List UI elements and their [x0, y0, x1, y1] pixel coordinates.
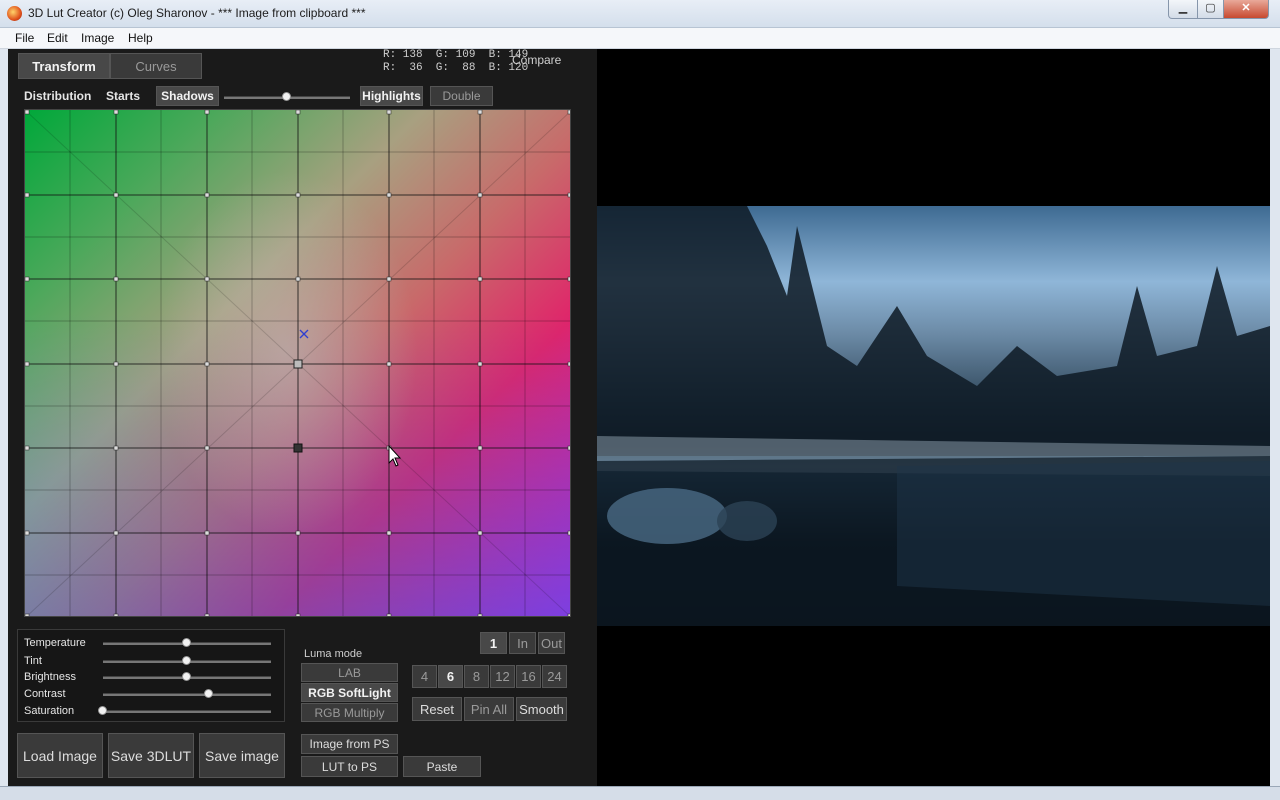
tab-transform[interactable]: Transform: [18, 53, 110, 79]
distribution-button[interactable]: Distribution: [24, 89, 91, 103]
luma-lab-button[interactable]: LAB: [301, 663, 398, 682]
saturation-slider-knob[interactable]: [98, 706, 107, 715]
maximize-button[interactable]: ▢: [1197, 0, 1224, 19]
lut-to-ps-button[interactable]: LUT to PS: [301, 756, 398, 777]
view-in-button[interactable]: In: [509, 632, 536, 654]
contrast-slider-knob[interactable]: [203, 689, 213, 698]
menu-image[interactable]: Image: [81, 31, 114, 45]
luma-rgb-softlight-button[interactable]: RGB SoftLight: [301, 683, 398, 702]
menu-help[interactable]: Help: [128, 31, 153, 45]
color-grid-canvas[interactable]: [24, 109, 571, 617]
grid-size-24-button[interactable]: 24: [542, 665, 567, 688]
close-button[interactable]: ✕: [1223, 0, 1269, 19]
reset-button[interactable]: Reset: [412, 697, 462, 721]
image-preview-area[interactable]: [597, 49, 1270, 786]
brightness-slider-knob[interactable]: [182, 672, 191, 681]
view-out-button[interactable]: Out: [538, 632, 565, 654]
grid-size-4-button[interactable]: 4: [412, 665, 437, 688]
contrast-label: Contrast: [24, 688, 66, 700]
shadow-highlight-slider-knob[interactable]: [282, 92, 291, 101]
saturation-slider[interactable]: [103, 710, 271, 713]
forest-scene: [597, 206, 1270, 626]
tint-label: Tint: [24, 655, 42, 667]
workspace: Transform Curves R: 138 G: 109 B: 149 R:…: [8, 49, 1270, 786]
paste-button[interactable]: Paste: [403, 756, 481, 777]
brightness-label: Brightness: [24, 671, 76, 683]
title-bar: 3D Lut Creator (c) Oleg Sharonov - *** I…: [0, 0, 1280, 28]
save-image-button[interactable]: Save image: [199, 733, 285, 778]
luma-mode-label: Luma mode: [304, 648, 363, 660]
app-logo-icon: [7, 6, 22, 21]
shadows-button[interactable]: Shadows: [156, 86, 219, 106]
menu-edit[interactable]: Edit: [47, 31, 68, 45]
color-readout-in: R: 138 G: 109 B: 149: [383, 49, 529, 61]
grid-node-pinned[interactable]: [293, 443, 303, 453]
grid-size-8-button[interactable]: 8: [464, 665, 489, 688]
compare-button[interactable]: Compare: [512, 53, 561, 67]
preview-image: [597, 206, 1270, 626]
smooth-button[interactable]: Smooth: [516, 697, 567, 721]
control-panel: Transform Curves R: 138 G: 109 B: 149 R:…: [8, 49, 597, 786]
temperature-label: Temperature: [24, 637, 86, 649]
pin-all-button[interactable]: Pin All: [464, 697, 514, 721]
save-3dlut-button[interactable]: Save 3DLUT: [108, 733, 194, 778]
grid-size-16-button[interactable]: 16: [516, 665, 541, 688]
tint-slider-knob[interactable]: [182, 656, 191, 665]
window-title: 3D Lut Creator (c) Oleg Sharonov - *** I…: [28, 6, 366, 20]
load-image-button[interactable]: Load Image: [17, 733, 103, 778]
contrast-slider[interactable]: [103, 693, 271, 696]
tab-curves[interactable]: Curves: [110, 53, 202, 79]
menu-file[interactable]: File: [15, 31, 34, 45]
mouse-pointer-icon: [388, 444, 402, 467]
grid-overlay: [25, 110, 570, 616]
color-readout-out: R: 36 G: 88 B: 120: [383, 62, 529, 74]
grid-size-6-button[interactable]: 6: [438, 665, 463, 688]
starts-button[interactable]: Starts: [106, 89, 140, 103]
double-button[interactable]: Double: [430, 86, 493, 106]
grid-size-12-button[interactable]: 12: [490, 665, 515, 688]
grid-node-selected[interactable]: [293, 359, 303, 369]
luma-rgb-multiply-button[interactable]: RGB Multiply: [301, 703, 398, 722]
image-from-ps-button[interactable]: Image from PS: [301, 734, 398, 754]
saturation-label: Saturation: [24, 705, 75, 717]
x-marker-icon: [299, 329, 309, 339]
highlights-button[interactable]: Highlights: [360, 86, 423, 106]
temperature-slider-knob[interactable]: [182, 638, 191, 647]
menu-bar: File Edit Image Help: [0, 28, 1280, 49]
minimize-button[interactable]: ▁: [1168, 0, 1198, 19]
view-1-button[interactable]: 1: [480, 632, 507, 654]
taskbar: [0, 786, 1280, 800]
